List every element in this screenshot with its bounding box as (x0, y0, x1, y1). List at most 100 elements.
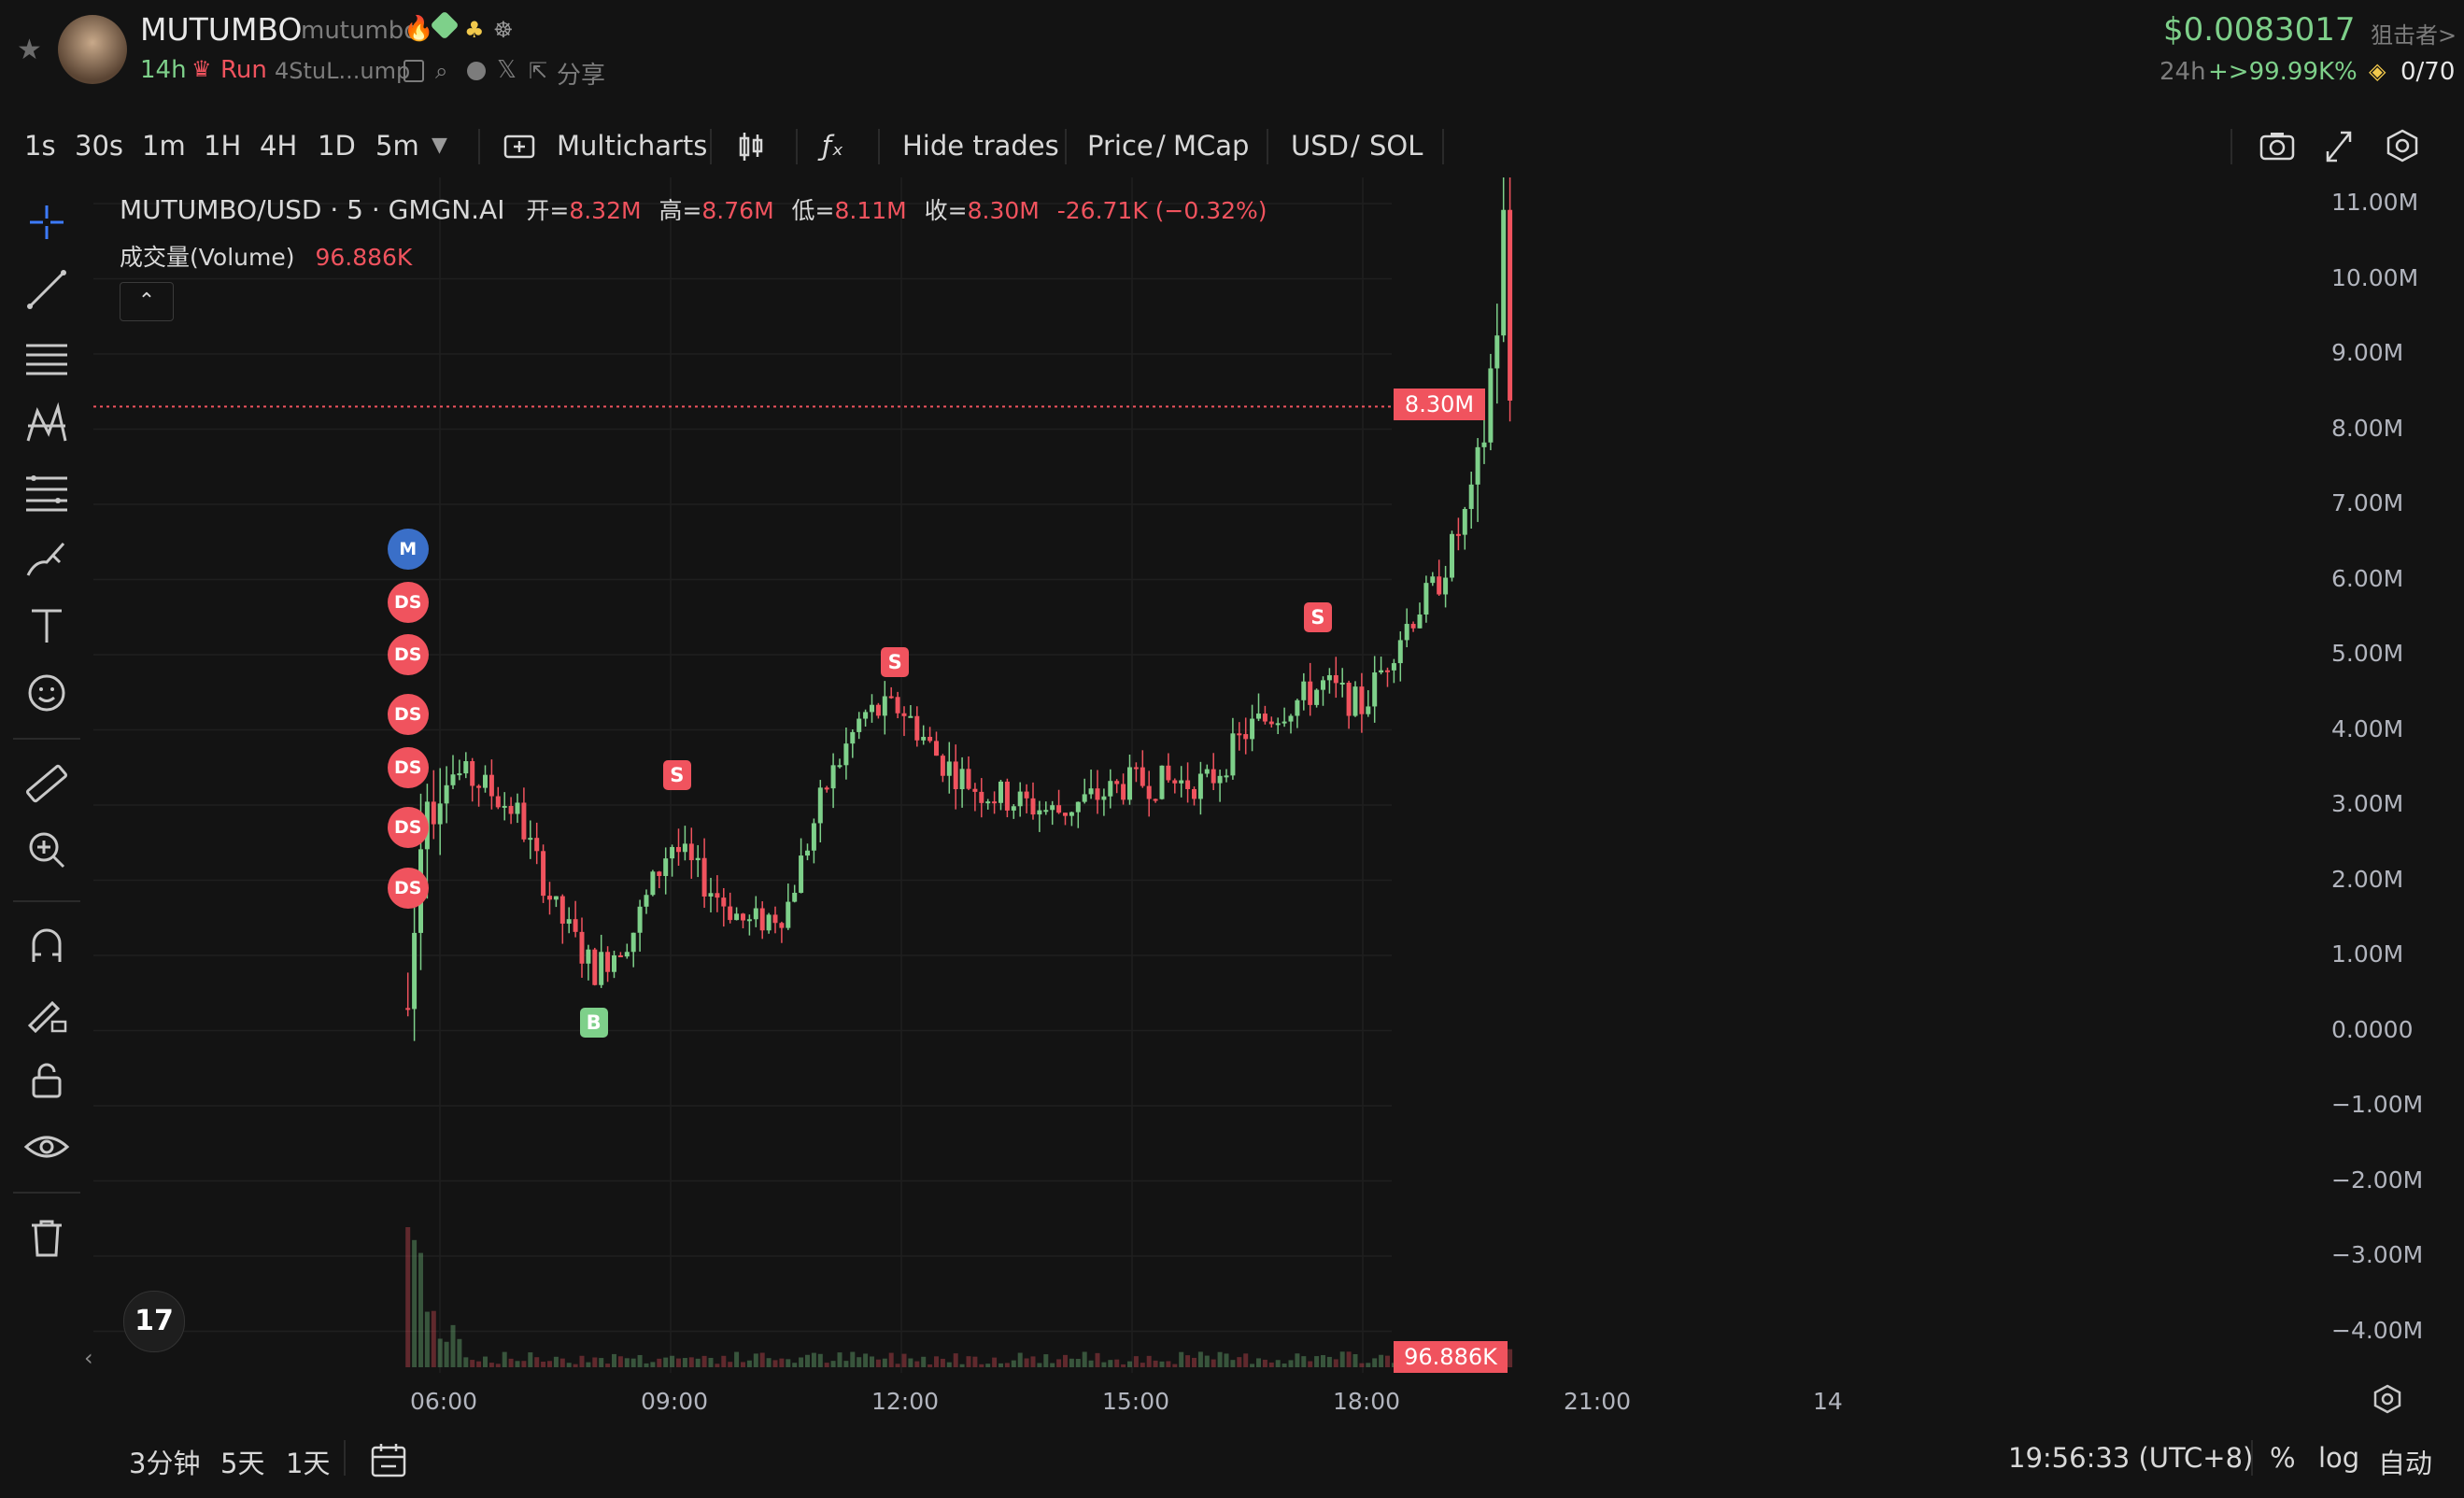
log-toggle[interactable]: log (2318, 1442, 2359, 1474)
auto-toggle[interactable]: 自动 (2378, 1442, 2432, 1481)
axis-settings-icon[interactable] (2371, 1382, 2404, 1416)
multicharts-button[interactable]: Multicharts (557, 120, 707, 172)
hide-trades-button[interactable]: Hide trades (902, 120, 1059, 172)
share-icon[interactable]: ⇱ (529, 58, 547, 84)
usd-toggle[interactable]: USD (1291, 120, 1349, 172)
pattern-icon[interactable] (21, 398, 73, 450)
token-name[interactable]: MUTUMBO (140, 11, 302, 48)
magnet-icon[interactable] (21, 919, 73, 971)
volume-bar (1255, 1358, 1261, 1367)
candle-style-icon[interactable] (736, 120, 766, 172)
drawing-toolbar (0, 187, 93, 1289)
settings-icon[interactable] (2384, 120, 2421, 172)
candle-body (966, 769, 971, 789)
x-twitter-icon[interactable]: 𝕏 (497, 56, 517, 84)
scroll-left-icon[interactable]: ‹ (84, 1345, 93, 1371)
contract-address[interactable]: 4StuL...ump (275, 58, 410, 84)
trend-line-icon[interactable] (21, 263, 73, 316)
date-range-icon[interactable] (370, 1440, 407, 1488)
dev-sell-marker[interactable]: DS (387, 581, 429, 623)
percent-toggle[interactable]: % (2270, 1442, 2296, 1474)
coin-icon: ◈ (2369, 58, 2386, 84)
candle-body (1121, 784, 1126, 800)
eye-icon[interactable] (21, 1121, 73, 1173)
timeframe-1s[interactable]: 1s (24, 120, 56, 172)
buy-marker[interactable]: B (579, 1008, 608, 1039)
website-icon[interactable] (467, 62, 486, 80)
chevron-down-icon[interactable]: ▼ (432, 120, 447, 172)
fib-retracement-icon[interactable] (21, 465, 73, 517)
unlock-icon[interactable] (21, 1053, 73, 1106)
sell-marker[interactable]: S (881, 647, 910, 678)
candle-body (1037, 810, 1042, 815)
camera-icon[interactable] (2259, 120, 2296, 172)
lock-drawing-icon[interactable] (21, 986, 73, 1039)
text-icon[interactable] (21, 600, 73, 652)
star-icon[interactable]: ★ (17, 34, 42, 66)
timeframe-1d[interactable]: 1D (318, 120, 356, 172)
search-icon[interactable]: ⌕ (435, 58, 447, 84)
dev-sell-marker[interactable]: DS (387, 694, 429, 736)
volume-bar (528, 1352, 533, 1367)
multicharts-icon[interactable] (503, 120, 536, 172)
timeframe-5m[interactable]: 5m (375, 120, 419, 172)
toolbar-divider (878, 129, 880, 164)
chart-canvas[interactable] (93, 177, 2326, 1373)
sell-marker[interactable]: S (1303, 601, 1332, 632)
candle-body (928, 736, 933, 742)
sell-marker[interactable]: S (662, 759, 691, 790)
toolbar-divider (2230, 129, 2232, 164)
copy-icon[interactable] (404, 60, 424, 82)
close-label: 收= (924, 197, 968, 224)
sniper-link[interactable]: 狙击者> (2371, 17, 2457, 49)
collapse-legend-button[interactable]: ⌃ (120, 282, 174, 321)
candle-body (566, 919, 572, 925)
timeframe-30s[interactable]: 30s (75, 120, 123, 172)
ruler-icon[interactable] (21, 756, 73, 809)
volume-bar (985, 1364, 991, 1367)
volume-bar (546, 1361, 552, 1367)
zoom-in-icon[interactable] (21, 824, 73, 876)
timeframe-4h[interactable]: 4H (260, 120, 297, 172)
emoji-icon[interactable] (21, 667, 73, 719)
indicators-icon[interactable]: ƒₓ (822, 120, 843, 172)
candle-body (946, 761, 952, 776)
volume-bar (489, 1363, 494, 1367)
volume-bar (837, 1352, 843, 1367)
brush-icon[interactable] (21, 532, 73, 585)
timeframe-1m[interactable]: 1m (142, 120, 186, 172)
dev-sell-marker[interactable]: DS (387, 634, 429, 675)
candle-body (895, 697, 900, 714)
volume-bar (734, 1351, 740, 1367)
range-3min[interactable]: 3分钟 (129, 1442, 200, 1481)
trash-icon[interactable] (21, 1210, 73, 1263)
candle-body (972, 788, 978, 792)
timeframe-1h[interactable]: 1H (204, 120, 241, 172)
candle-body (746, 919, 752, 922)
range-1d[interactable]: 1天 (286, 1442, 330, 1481)
fullscreen-icon[interactable] (2324, 120, 2354, 172)
price-chart[interactable]: MUTUMBO/USD · 5 · GMGN.AI 开=8.32M 高=8.76… (84, 177, 2423, 1415)
crosshair-icon[interactable] (21, 196, 73, 248)
range-5d[interactable]: 5天 (220, 1442, 264, 1481)
volume-bar (914, 1361, 920, 1367)
share-link[interactable]: 分享 (557, 56, 605, 91)
dev-sell-marker[interactable]: DS (387, 746, 429, 788)
migration-marker[interactable]: M (387, 529, 429, 571)
candle-body (546, 896, 552, 900)
tradingview-logo[interactable]: 17 (123, 1291, 185, 1352)
candle-body (1288, 715, 1294, 722)
horizontal-lines-icon[interactable] (21, 331, 73, 383)
volume-bar (1237, 1357, 1242, 1367)
price-toggle[interactable]: Price (1087, 120, 1154, 172)
token-avatar[interactable] (58, 15, 127, 84)
candle-body (1333, 674, 1338, 684)
dev-sell-marker[interactable]: DS (387, 867, 429, 909)
volume-bar (1379, 1354, 1384, 1367)
mcap-toggle[interactable]: MCap (1173, 120, 1249, 172)
price-tick-label: 2.00M (2331, 865, 2404, 893)
sol-toggle[interactable]: SOL (1369, 120, 1423, 172)
dev-sell-marker[interactable]: DS (387, 807, 429, 849)
candle-body (804, 850, 810, 856)
volume-bar (1320, 1355, 1325, 1367)
